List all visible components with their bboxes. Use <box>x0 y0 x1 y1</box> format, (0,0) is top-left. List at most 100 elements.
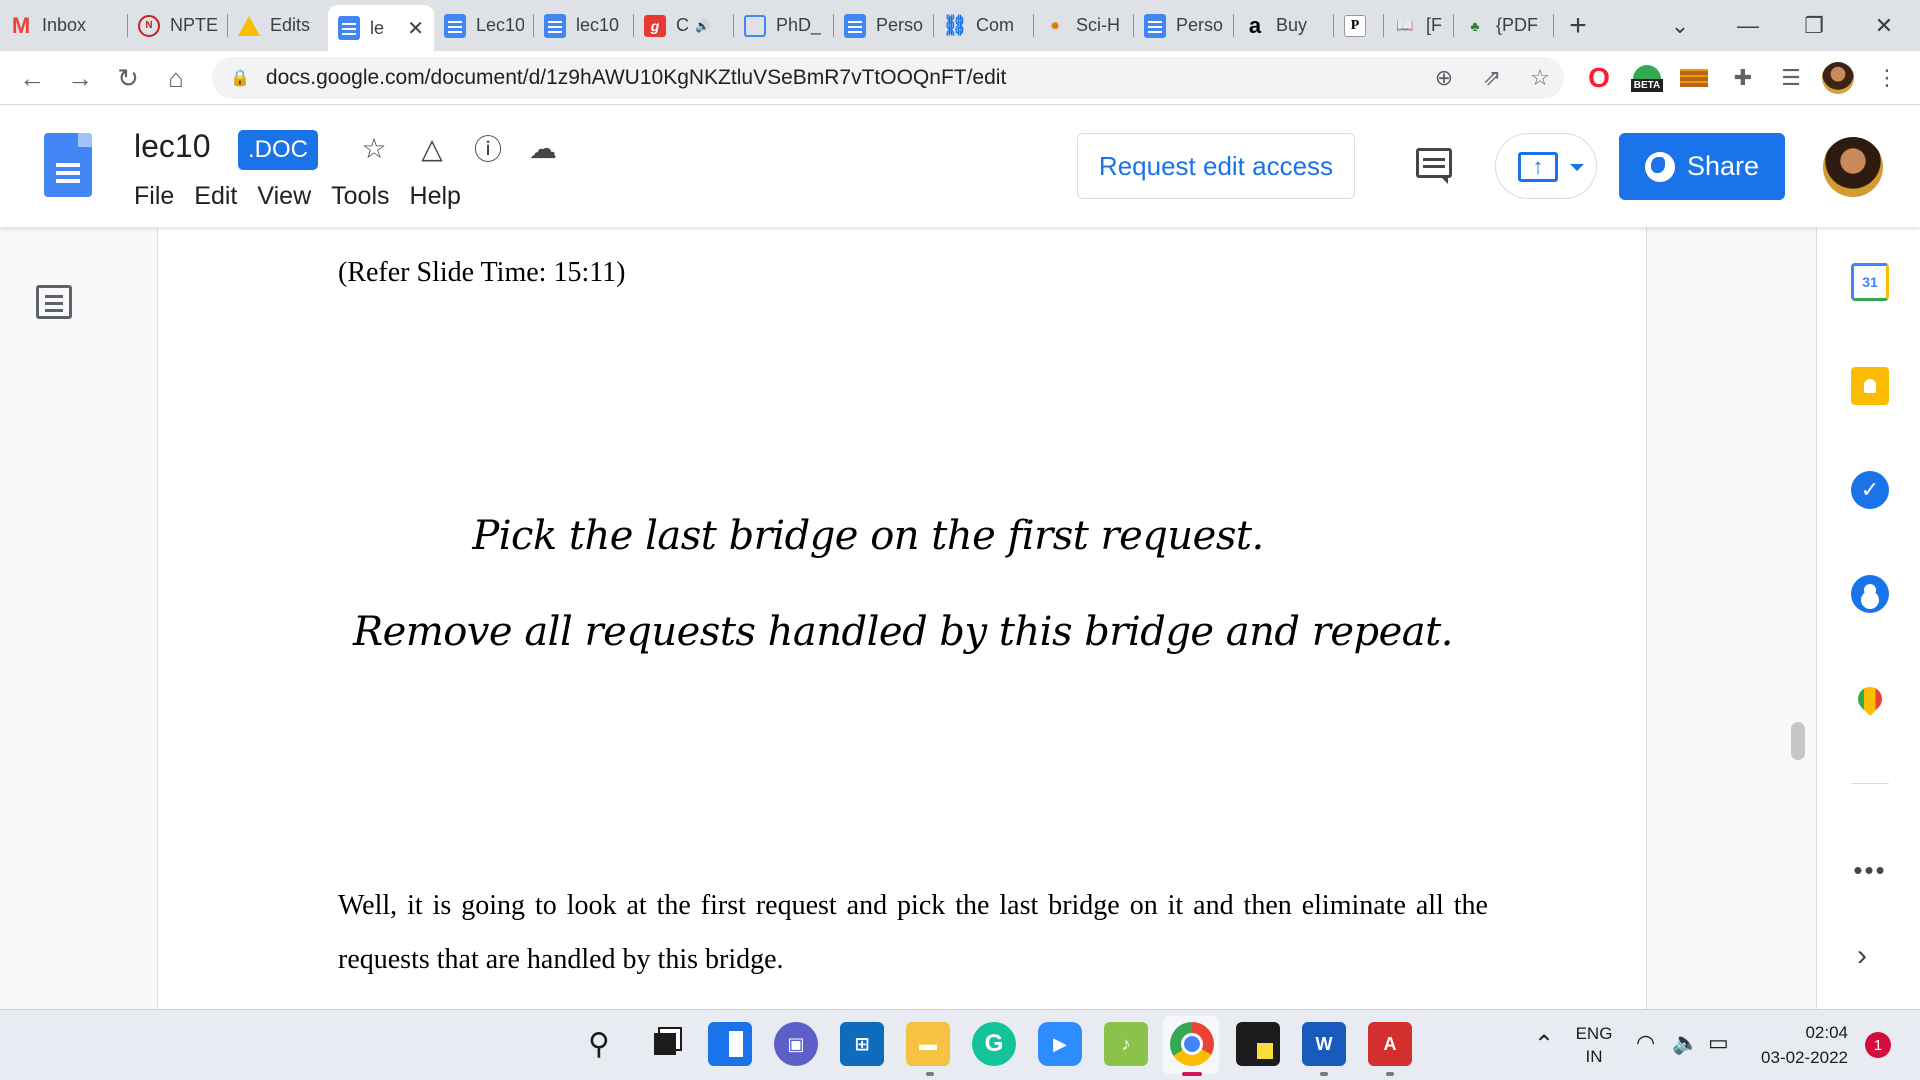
lock-icon[interactable]: 🔒 <box>230 68 250 88</box>
more-icon[interactable]: ••• <box>1847 855 1893 886</box>
add-shortcut-drive-icon[interactable]: △ <box>414 130 450 166</box>
tab-title: Sci-H <box>1076 15 1120 35</box>
tab-strip: M Inbox N NPTEL Edits le ✕ Lec10 lec10 gC 🔊 PhD_ Per… <box>0 0 1920 51</box>
menu-file[interactable]: File <box>124 176 184 217</box>
bricks-extension-icon[interactable] <box>1680 69 1708 87</box>
expand-panel-icon[interactable]: › <box>1857 939 1867 973</box>
browser-tab[interactable]: M Inbox <box>0 0 128 51</box>
browser-tab[interactable]: Perso <box>1134 0 1234 51</box>
zoom-icon[interactable]: ⊕ <box>1426 57 1462 99</box>
close-tab-icon[interactable]: ✕ <box>407 16 424 41</box>
browser-tab[interactable]: Perso <box>834 0 934 51</box>
browser-menu-icon[interactable]: ⋮ <box>1870 61 1904 95</box>
document-title[interactable]: lec10 <box>134 128 211 165</box>
menu-help[interactable]: Help <box>400 176 471 217</box>
grammarly-icon[interactable]: G <box>972 1022 1016 1066</box>
browser-tab[interactable]: a Buy <box>1234 0 1334 51</box>
calendar-icon[interactable]: 31 <box>1851 263 1889 301</box>
opera-vpn-icon[interactable]: O <box>1582 61 1616 95</box>
account-avatar[interactable] <box>1823 137 1883 197</box>
search-icon[interactable]: ⚲ <box>577 1022 621 1066</box>
teams-chat-icon[interactable]: ▣ <box>774 1022 818 1066</box>
browser-tab[interactable]: ⛓ Com <box>934 0 1034 51</box>
home-icon[interactable]: ⌂ <box>158 60 194 96</box>
tray-overflow-chevron-icon[interactable]: ⌃ <box>1534 1030 1554 1059</box>
info-icon[interactable]: ⓘ <box>470 130 506 166</box>
menu-tools[interactable]: Tools <box>321 176 399 217</box>
audio-playing-icon[interactable]: 🔊 <box>695 19 710 33</box>
tab-title: C <box>676 15 689 35</box>
browser-tab[interactable]: 📖 [F <box>1384 0 1454 51</box>
browser-tab[interactable]: ♣ {PDF <box>1454 0 1554 51</box>
language-code: ENG <box>1575 1024 1613 1043</box>
sticky-notes-icon[interactable] <box>1236 1022 1280 1066</box>
browser-tab[interactable]: lec10 <box>534 0 634 51</box>
acrobat-icon[interactable]: A <box>1368 1022 1412 1066</box>
green-app-icon[interactable]: ♪ <box>1104 1022 1148 1066</box>
share-button[interactable]: Share <box>1619 133 1785 200</box>
cloud-status-icon[interactable]: ☁ <box>525 130 561 166</box>
word-icon[interactable]: W <box>1302 1022 1346 1066</box>
comment-history-icon[interactable] <box>1410 142 1458 190</box>
url-text[interactable]: docs.google.com/document/d/1z9hAWU10KgNK… <box>266 66 1006 90</box>
restore-button[interactable]: ❐ <box>1786 0 1842 51</box>
running-indicator <box>1386 1072 1394 1076</box>
input-language[interactable]: ENG IN <box>1574 1022 1614 1068</box>
docs-icon <box>1144 13 1166 38</box>
tab-title: lec10 <box>576 15 620 35</box>
browser-tab[interactable]: PhD_ <box>734 0 834 51</box>
contacts-icon[interactable] <box>1851 575 1889 613</box>
task-view-icon[interactable] <box>643 1022 687 1066</box>
zoom-app-icon[interactable]: ▶ <box>1038 1022 1082 1066</box>
new-tab-button[interactable]: + <box>1554 0 1602 51</box>
widgets-icon[interactable] <box>708 1022 752 1066</box>
chrome-icon[interactable] <box>1170 1022 1214 1066</box>
notification-badge[interactable]: 1 <box>1865 1032 1891 1058</box>
browser-tab[interactable]: P <box>1334 0 1384 51</box>
scrollbar-thumb[interactable] <box>1791 722 1805 760</box>
request-edit-access-button[interactable]: Request edit access <box>1077 133 1355 199</box>
share-label: Share <box>1686 151 1760 181</box>
browser-tab[interactable]: Edits <box>228 0 328 51</box>
keep-icon[interactable] <box>1851 367 1889 405</box>
media-control-icon[interactable]: ☰ <box>1774 61 1808 95</box>
star-icon[interactable]: ☆ <box>356 130 392 166</box>
beta-extension-icon[interactable]: BETA <box>1630 61 1664 95</box>
share-page-icon[interactable]: ⇗ <box>1474 57 1510 99</box>
maps-icon[interactable] <box>1853 682 1887 716</box>
windows-start-icon[interactable] <box>513 1026 548 1061</box>
forward-arrow-icon[interactable]: → <box>62 60 98 96</box>
tab-search-chevron-icon[interactable]: ⌄ <box>1652 0 1708 51</box>
tab-title: Perso <box>876 15 924 35</box>
link-icon: ⛓ <box>942 15 968 37</box>
battery-icon[interactable]: ▭ <box>1708 1030 1729 1056</box>
menu-view[interactable]: View <box>247 176 321 217</box>
profile-avatar[interactable] <box>1822 62 1854 94</box>
docs-logo-icon[interactable] <box>44 133 92 197</box>
volume-icon[interactable]: 🔈 <box>1672 1030 1699 1056</box>
tab-title: Inbox <box>42 15 87 35</box>
bookmark-star-icon[interactable]: ☆ <box>1522 57 1558 99</box>
running-indicator <box>926 1072 934 1076</box>
minimize-button[interactable]: — <box>1720 0 1776 51</box>
back-arrow-icon[interactable]: ← <box>14 60 50 96</box>
microsoft-store-icon[interactable]: ⊞ <box>840 1022 884 1066</box>
wifi-icon[interactable]: ◠ <box>1636 1030 1655 1056</box>
document-outline-icon[interactable] <box>36 285 72 319</box>
extensions-puzzle-icon[interactable]: ✚ <box>1726 61 1760 95</box>
browser-tab[interactable]: g C 🔊 <box>634 0 734 51</box>
browser-tab[interactable]: le ✕ <box>328 5 434 51</box>
menu-edit[interactable]: Edit <box>184 176 247 217</box>
tasks-icon[interactable]: ✓ <box>1851 471 1889 509</box>
address-bar[interactable]: 🔒 docs.google.com/document/d/1z9hAWU10Kg… <box>212 57 1564 99</box>
file-explorer-icon[interactable]: ▬ <box>906 1022 950 1066</box>
browser-tab[interactable]: Lec10 <box>434 0 534 51</box>
close-window-button[interactable]: ✕ <box>1856 0 1912 51</box>
reload-icon[interactable]: ↻ <box>110 60 146 96</box>
present-screen-icon: ↑ <box>1518 152 1558 182</box>
browser-tab[interactable]: N NPTEL <box>128 0 228 51</box>
present-button[interactable]: ↑ <box>1495 133 1597 199</box>
system-clock[interactable]: 02:04 03-02-2022 <box>1752 1020 1848 1070</box>
document-page[interactable]: (Refer Slide Time: 15:11) Pick the last … <box>157 227 1647 1009</box>
browser-tab[interactable]: ✹ Sci-H <box>1034 0 1134 51</box>
